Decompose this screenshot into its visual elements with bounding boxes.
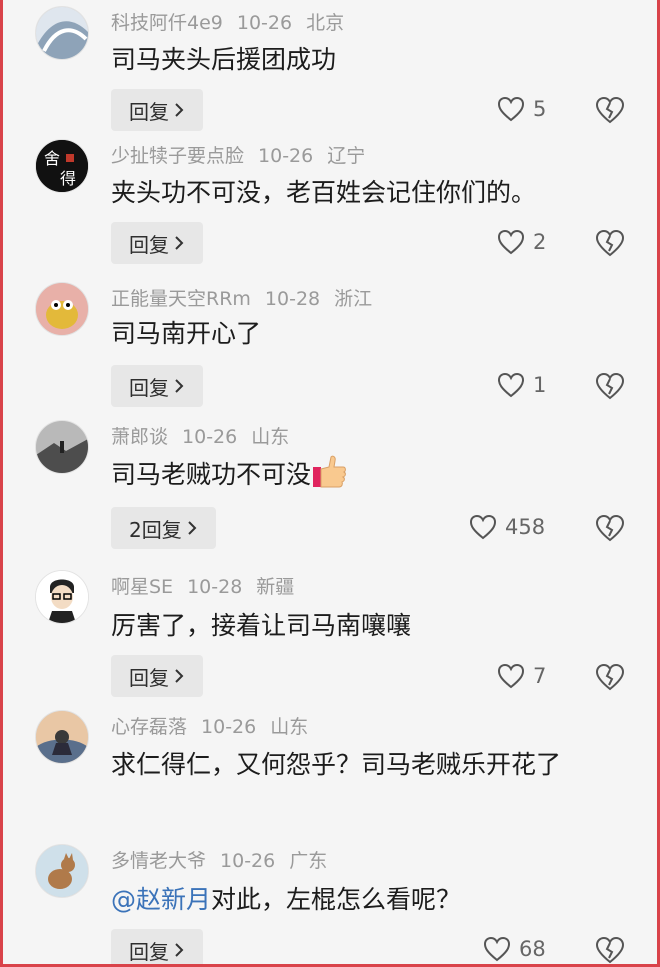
comment-text-body: 司马老贼功不可没 xyxy=(111,460,312,489)
chevron-right-icon xyxy=(175,379,184,393)
dislike-button[interactable] xyxy=(595,514,625,546)
comment-date: 10-26 xyxy=(201,716,257,738)
mention-link[interactable]: @赵新月 xyxy=(111,885,211,914)
avatar[interactable] xyxy=(35,844,89,898)
comment-text: 求仁得仁，又何怨乎？司马老贼乐开花了 xyxy=(111,750,562,779)
chevron-right-icon xyxy=(175,669,184,683)
comment-meta: 心存磊落 10-26 山东 xyxy=(111,712,322,739)
avatar[interactable] xyxy=(35,420,89,474)
heart-outline-icon xyxy=(483,936,511,962)
reply-button[interactable]: 回复 xyxy=(111,655,203,697)
like-button[interactable]: 458 xyxy=(469,514,545,540)
reply-label: 回复 xyxy=(129,665,169,690)
svg-text:得: 得 xyxy=(60,169,76,188)
dislike-button[interactable] xyxy=(595,229,625,261)
reply-label: 2回复 xyxy=(129,517,182,542)
like-button[interactable]: 7 xyxy=(497,663,546,689)
comment-date: 10-28 xyxy=(187,576,243,598)
comment-meta: 正能量天空RRm 10-28 浙江 xyxy=(111,284,386,311)
username[interactable]: 萧郎谈 xyxy=(111,426,168,448)
broken-heart-icon xyxy=(595,663,625,691)
like-count: 1 xyxy=(533,373,547,397)
heart-outline-icon xyxy=(497,96,525,122)
comment-meta: 多情老大爷 10-26 广东 xyxy=(111,846,341,873)
reply-button[interactable]: 回复 xyxy=(111,222,203,264)
reply-label: 回复 xyxy=(129,939,169,964)
reply-button[interactable]: 回复 xyxy=(111,365,203,407)
username[interactable]: 多情老大爷 xyxy=(111,850,206,872)
svg-text:舍: 舍 xyxy=(44,149,60,168)
chevron-right-icon xyxy=(175,103,184,117)
comment-text: 厉害了，接着让司马南嚷嚷 xyxy=(111,611,412,640)
username[interactable]: 啊星SE xyxy=(111,576,173,598)
comment-meta: 啊星SE 10-28 新疆 xyxy=(111,572,308,599)
comment-location: 辽宁 xyxy=(327,145,366,167)
comment-text: 司马老贼功不可没 xyxy=(111,453,617,496)
dislike-button[interactable] xyxy=(595,663,625,695)
like-count: 7 xyxy=(533,664,547,688)
like-button[interactable]: 5 xyxy=(497,96,546,122)
dislike-button[interactable] xyxy=(595,936,625,964)
heart-outline-icon xyxy=(469,514,497,540)
reply-button[interactable]: 2回复 xyxy=(111,507,216,549)
username[interactable]: 心存磊落 xyxy=(111,716,187,738)
like-count: 458 xyxy=(505,515,546,539)
heart-outline-icon xyxy=(497,372,525,398)
username[interactable]: 科技阿仟4e9 xyxy=(111,12,223,34)
reply-label: 回复 xyxy=(129,375,169,400)
comment-date: 10-26 xyxy=(236,12,293,34)
comment-location: 新疆 xyxy=(256,576,295,598)
avatar[interactable]: 舍得 xyxy=(35,139,89,193)
comment-location: 山东 xyxy=(251,426,290,448)
comment-date: 10-26 xyxy=(258,145,314,167)
comment-date: 10-26 xyxy=(220,850,276,872)
username[interactable]: 正能量天空RRm xyxy=(111,288,251,310)
comment-location: 北京 xyxy=(306,12,345,34)
comment-text: 司马南开心了 xyxy=(111,319,262,348)
comment-text: 夹头功不可没，老百姓会记住你们的。 xyxy=(111,178,537,207)
comment-meta: 科技阿仟4e9 10-26 北京 xyxy=(111,8,358,35)
comment-text: @赵新月对此，左棍怎么看呢？ xyxy=(111,878,617,921)
reply-label: 回复 xyxy=(129,232,169,257)
comment-date: 10-26 xyxy=(182,426,238,448)
comment-meta: 少扯犊子要点脸 10-26 辽宁 xyxy=(111,141,379,168)
like-count: 68 xyxy=(519,937,546,961)
broken-heart-icon xyxy=(595,229,625,257)
comment-location: 浙江 xyxy=(334,288,373,310)
like-button[interactable]: 68 xyxy=(483,936,546,962)
avatar[interactable] xyxy=(35,570,89,624)
like-button[interactable]: 2 xyxy=(497,229,546,255)
like-button[interactable]: 1 xyxy=(497,372,546,398)
reply-label: 回复 xyxy=(129,99,169,124)
dislike-button[interactable] xyxy=(595,372,625,404)
reply-button[interactable]: 回复 xyxy=(111,89,203,131)
broken-heart-icon xyxy=(595,372,625,400)
thumbs-up-emoji xyxy=(313,455,346,488)
chevron-right-icon xyxy=(188,521,197,535)
dislike-button[interactable] xyxy=(595,96,625,128)
chevron-right-icon xyxy=(175,236,184,250)
comment-text-body: 对此，左棍怎么看呢？ xyxy=(211,885,462,914)
comment-meta: 萧郎谈 10-26 山东 xyxy=(111,422,303,449)
comment-location: 广东 xyxy=(289,850,328,872)
broken-heart-icon xyxy=(595,514,625,542)
comment-list: 科技阿仟4e9 10-26 北京 司马夹头后援团成功 回复 5 舍得 少扯犊子要点脸… xyxy=(0,0,660,967)
comment-location: 山东 xyxy=(270,716,309,738)
avatar[interactable] xyxy=(35,6,89,60)
avatar[interactable] xyxy=(35,710,89,764)
heart-outline-icon xyxy=(497,229,525,255)
comment-date: 10-28 xyxy=(264,288,321,310)
comment-text: 司马夹头后援团成功 xyxy=(111,45,337,74)
broken-heart-icon xyxy=(595,96,625,124)
username[interactable]: 少扯犊子要点脸 xyxy=(111,145,244,167)
like-count: 5 xyxy=(533,97,547,121)
avatar[interactable] xyxy=(35,282,89,336)
like-count: 2 xyxy=(533,230,547,254)
chevron-right-icon xyxy=(175,943,184,957)
reply-button[interactable]: 回复 xyxy=(111,929,203,964)
broken-heart-icon xyxy=(595,936,625,964)
heart-outline-icon xyxy=(497,663,525,689)
